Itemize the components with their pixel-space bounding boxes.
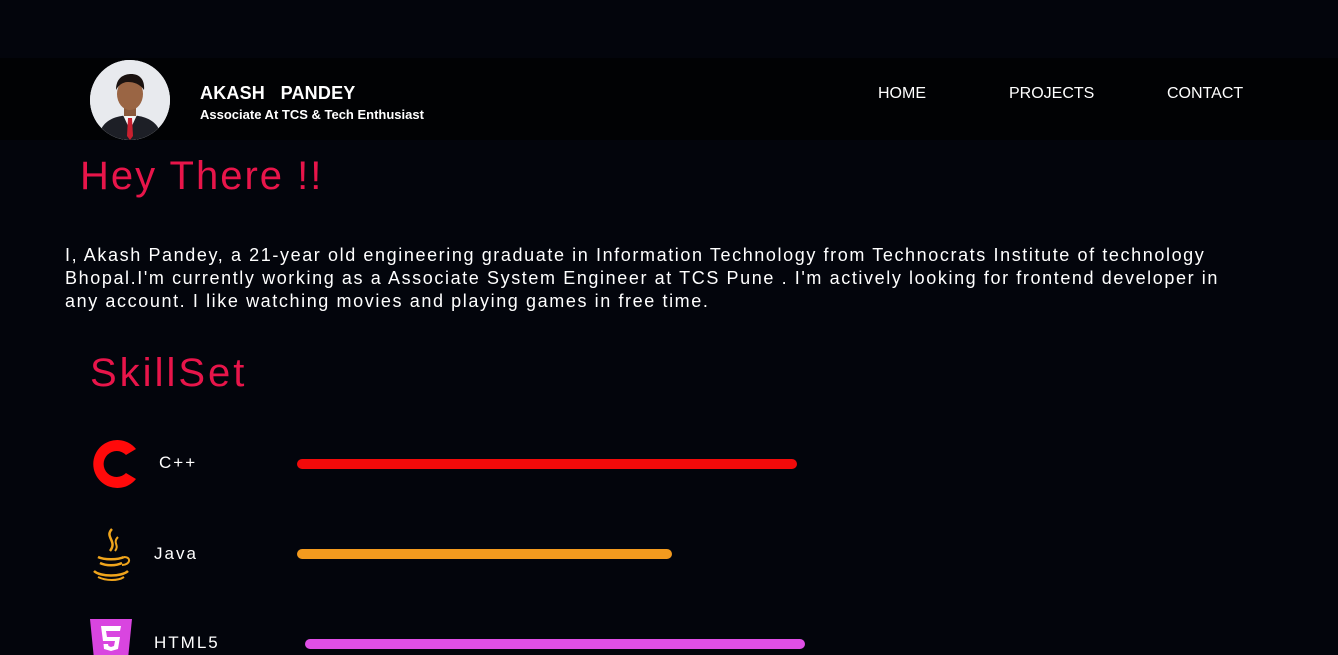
c-plus-plus-icon	[90, 437, 138, 496]
greeting-heading: Hey There !!	[80, 154, 324, 198]
skillset-heading: SkillSet	[90, 351, 248, 395]
profile-photo	[90, 60, 170, 140]
skill-bar-html5	[305, 639, 805, 649]
nav-home-link[interactable]: HOME	[878, 85, 926, 103]
skill-bar-cpp	[297, 459, 797, 469]
skill-bar-fill-java	[297, 549, 672, 559]
skill-label-java: Java	[154, 544, 198, 563]
about-paragraph: I, Akash Pandey, a 21-year old engineeri…	[65, 245, 1220, 311]
nav-contact-link[interactable]: CONTACT	[1167, 85, 1243, 103]
skill-label-cpp: C++	[159, 453, 198, 472]
portfolio-page: AKASH PANDEY Associate At TCS & Tech Ent…	[0, 0, 1338, 655]
html5-icon	[90, 619, 132, 655]
skill-label-html5: HTML5	[154, 633, 220, 652]
nav-projects-link[interactable]: PROJECTS	[1009, 85, 1094, 103]
avatar	[90, 60, 170, 140]
java-icon	[90, 527, 132, 588]
site-owner-tagline: Associate At TCS & Tech Enthusiast	[200, 107, 424, 122]
skill-bar-fill-cpp	[297, 459, 797, 469]
skill-bar-java	[297, 549, 797, 559]
site-owner-name: AKASH PANDEY	[200, 83, 356, 103]
skill-bar-fill-html5	[305, 639, 805, 649]
